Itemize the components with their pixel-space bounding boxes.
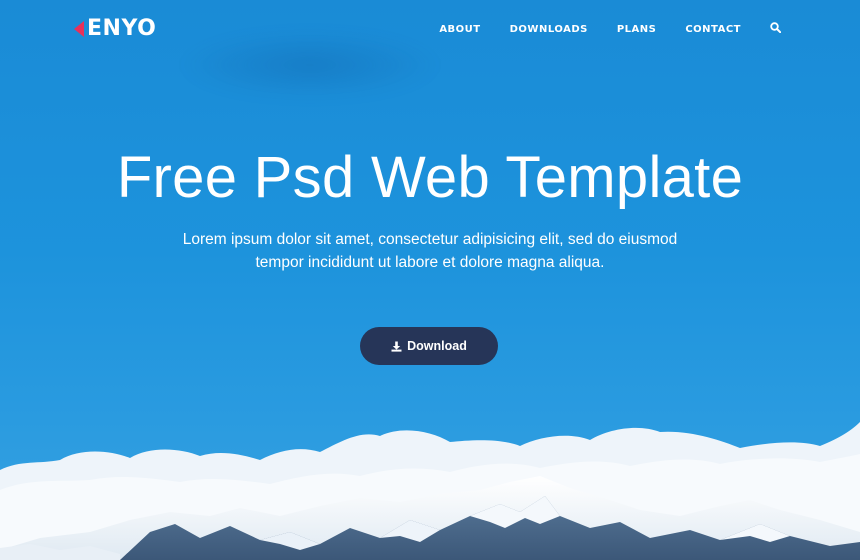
top-navbar: ENYO ABOUT DOWNLOADS PLANS CONTACT xyxy=(0,0,860,56)
download-button[interactable]: Download xyxy=(360,327,498,365)
hero-section: ENYO ABOUT DOWNLOADS PLANS CONTACT Free … xyxy=(0,0,860,560)
logo-chevron-icon xyxy=(74,20,84,37)
nav-menu: ABOUT DOWNLOADS PLANS CONTACT xyxy=(410,22,784,36)
download-icon xyxy=(391,341,402,352)
search-icon[interactable] xyxy=(770,22,784,36)
download-button-label: Download xyxy=(407,339,467,353)
nav-item-about[interactable]: ABOUT xyxy=(439,24,480,35)
nav-item-plans[interactable]: PLANS xyxy=(617,24,657,35)
nav-item-contact[interactable]: CONTACT xyxy=(685,24,741,35)
brand-name: ENYO xyxy=(87,16,157,41)
nav-item-downloads[interactable]: DOWNLOADS xyxy=(510,24,588,35)
brand-logo[interactable]: ENYO xyxy=(74,16,156,41)
mountain-clouds-image xyxy=(0,422,860,560)
hero-subtitle: Lorem ipsum dolor sit amet, consectetur … xyxy=(182,231,678,271)
hero-title: Free Psd Web Template xyxy=(116,145,744,210)
